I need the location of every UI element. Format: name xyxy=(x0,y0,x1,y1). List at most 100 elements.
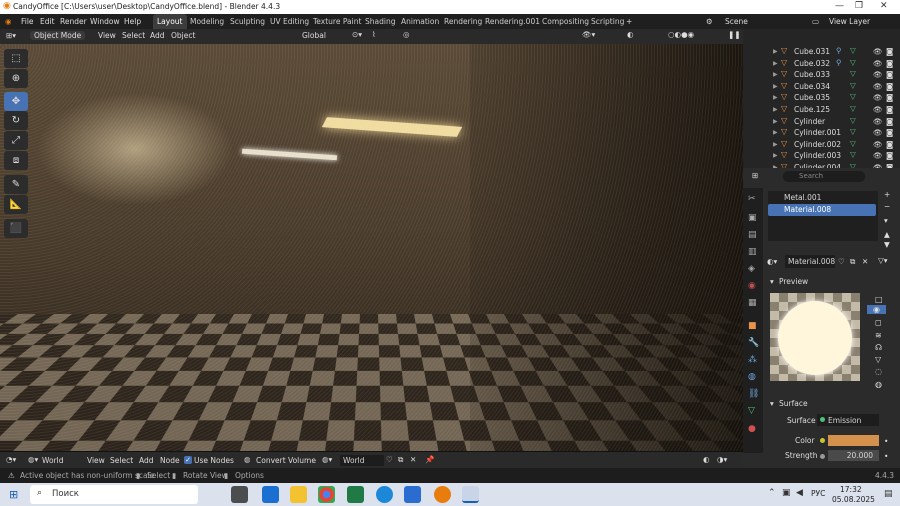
menu-help[interactable]: Help xyxy=(124,17,141,26)
sidebar-toggle-icon[interactable]: ❚❚ xyxy=(728,30,741,39)
proportional-edit-icon[interactable]: ◎ xyxy=(403,30,410,39)
eye-icon[interactable]: 👁 xyxy=(873,151,883,160)
eye-icon[interactable]: 👁 xyxy=(873,117,883,126)
expand-arrow-icon[interactable]: ▶ xyxy=(773,106,778,113)
camera-icon[interactable]: ◙ xyxy=(886,59,893,68)
mesh-data-icon[interactable]: ▽ xyxy=(850,46,856,55)
outliner-row[interactable]: ▶ ▽ Cube.125 ▽ 👁 ◙ xyxy=(743,104,900,116)
move-slot-up-icon[interactable]: ▲ xyxy=(884,230,890,239)
scene-tab-icon[interactable]: ◈ xyxy=(748,264,755,274)
tool-tab-icon[interactable]: ✂ xyxy=(748,194,756,204)
mesh-data-icon[interactable]: ▽ xyxy=(850,81,856,90)
object-name[interactable]: Cylinder.001 xyxy=(794,128,841,137)
outliner-row[interactable]: ▶ ▽ Cylinder.002 ▽ 👁 ◙ xyxy=(743,139,900,151)
eye-icon[interactable]: 👁 xyxy=(873,93,883,102)
outliner-row[interactable]: ▶ ▽ Cube.032 ⚲ ▽ 👁 ◙ xyxy=(743,58,900,70)
outliner-row[interactable]: ▶ ▽ Cube.034 ▽ 👁 ◙ xyxy=(743,81,900,93)
menu-view[interactable]: View xyxy=(98,31,116,40)
close-button[interactable]: ✕ xyxy=(880,1,888,11)
surface-panel-chevron-icon[interactable]: ▾ xyxy=(770,399,774,408)
physics-tab-icon[interactable]: ◍ xyxy=(748,372,756,382)
world-tab-icon[interactable]: ◉ xyxy=(748,281,756,291)
tab-uv-editing[interactable]: UV Editing xyxy=(266,14,313,29)
menu-add[interactable]: Add xyxy=(150,31,165,40)
mesh-data-icon[interactable]: ▽ xyxy=(850,127,856,136)
preview-world-icon[interactable]: ◍ xyxy=(875,380,882,389)
menu-object[interactable]: Object xyxy=(171,31,195,40)
tab-compositing[interactable]: Compositing xyxy=(538,14,593,29)
preview-plane-icon[interactable]: □ xyxy=(875,295,883,304)
expand-arrow-icon[interactable]: ▶ xyxy=(773,83,778,90)
tab-rendering-001[interactable]: Rendering.001 xyxy=(481,14,544,29)
mesh-data-icon[interactable]: ▽ xyxy=(850,104,856,113)
camera-icon[interactable]: ◙ xyxy=(886,151,893,160)
expand-arrow-icon[interactable]: ▶ xyxy=(773,60,778,67)
modifier-icon[interactable]: ⚲ xyxy=(836,58,842,67)
tab-shading[interactable]: Shading xyxy=(361,14,399,29)
taskbar-search[interactable]: Поиск xyxy=(30,485,198,504)
edge-icon[interactable] xyxy=(376,486,393,503)
task-view-icon[interactable] xyxy=(231,486,248,503)
visibility-icon[interactable]: 👁▾ xyxy=(582,30,595,39)
outliner-row[interactable]: ▶ ▽ Cylinder ▽ 👁 ◙ xyxy=(743,116,900,128)
camera-icon[interactable]: ◙ xyxy=(886,82,893,91)
view-layer-tab-icon[interactable]: ▥ xyxy=(748,247,757,257)
preview-cube-icon[interactable]: ◻ xyxy=(875,318,882,327)
camera-icon[interactable]: ◙ xyxy=(886,128,893,137)
world-name-field[interactable]: World xyxy=(340,455,384,466)
eye-icon[interactable]: 👁 xyxy=(873,59,883,68)
shading-modes-icon[interactable]: ○◐●◉ xyxy=(668,30,694,39)
world-shader-type-icon[interactable]: ◍▾ xyxy=(28,455,38,464)
camera-icon[interactable]: ◙ xyxy=(886,140,893,149)
output-tab-icon[interactable]: ▤ xyxy=(748,230,757,240)
clock-date[interactable]: 05.08.2025 xyxy=(832,495,875,504)
language-indicator[interactable]: РУС xyxy=(811,489,825,498)
menu-edit[interactable]: Edit xyxy=(40,17,55,26)
3d-viewport[interactable] xyxy=(0,44,743,451)
camera-icon[interactable]: ◙ xyxy=(886,47,893,56)
camera-icon[interactable]: ◙ xyxy=(886,93,893,102)
editor-type-icon[interactable]: ⊞▾ xyxy=(6,31,16,40)
move-tool-icon[interactable]: ✥ xyxy=(4,92,28,111)
strength-keyframe-icon[interactable]: • xyxy=(884,452,888,461)
node-snap-icon[interactable]: ◑▾ xyxy=(717,455,727,464)
data-tab-icon[interactable]: ▽ xyxy=(748,406,755,416)
node-menu-view[interactable]: View xyxy=(87,456,105,465)
outlook-icon[interactable] xyxy=(262,486,279,503)
preview-panel-chevron-icon[interactable]: ▾ xyxy=(770,277,774,286)
eye-icon[interactable]: 👁 xyxy=(873,128,883,137)
surface-shader-field[interactable]: Emission xyxy=(817,414,879,426)
preview-monkey-icon[interactable]: ☊ xyxy=(875,343,882,352)
outliner-row[interactable]: ▶ ▽ Cube.035 ▽ 👁 ◙ xyxy=(743,92,900,104)
filter-icon[interactable]: ▽▾ xyxy=(878,256,888,265)
notifications-icon[interactable]: ▤ xyxy=(884,489,893,499)
render-tab-icon[interactable]: ▣ xyxy=(748,213,757,223)
pin-icon[interactable]: 📌 xyxy=(425,455,434,464)
color-swatch[interactable] xyxy=(828,435,879,446)
tab-sculpting[interactable]: Sculpting xyxy=(226,14,269,29)
convert-volume-button[interactable]: Convert Volume xyxy=(256,456,316,465)
maximize-button[interactable]: ❐ xyxy=(855,1,863,11)
pivot-icon[interactable]: ⊙▾ xyxy=(352,30,362,39)
use-nodes-checkbox[interactable]: ✓ xyxy=(184,456,192,464)
chrome-icon[interactable] xyxy=(318,486,335,503)
material-browse-icon[interactable]: ◐▾ xyxy=(767,257,777,266)
move-slot-down-icon[interactable]: ▼ xyxy=(884,240,890,249)
expand-arrow-icon[interactable]: ▶ xyxy=(773,129,778,136)
select-tool-icon[interactable]: ⬚ xyxy=(4,49,28,68)
strength-field[interactable]: 20.000 xyxy=(828,450,879,461)
outliner-row[interactable]: ▶ ▽ Cylinder.003 ▽ 👁 ◙ xyxy=(743,150,900,162)
menu-window[interactable]: Window xyxy=(90,17,120,26)
node-editor-type-icon[interactable]: ◔▾ xyxy=(6,455,16,464)
expand-arrow-icon[interactable]: ▶ xyxy=(773,118,778,125)
eye-icon[interactable]: 👁 xyxy=(873,70,883,79)
add-workspace-button[interactable]: + xyxy=(626,17,632,26)
tab-scripting[interactable]: Scripting xyxy=(587,14,628,29)
eye-icon[interactable]: 👁 xyxy=(873,82,883,91)
mesh-data-icon[interactable]: ▽ xyxy=(850,139,856,148)
expand-arrow-icon[interactable]: ▶ xyxy=(773,94,778,101)
material-tab-icon[interactable]: ● xyxy=(748,424,756,434)
constraints-tab-icon[interactable]: ⛓ xyxy=(748,389,759,399)
calculator-icon[interactable] xyxy=(404,486,421,503)
tab-layout[interactable]: Layout xyxy=(153,14,187,29)
